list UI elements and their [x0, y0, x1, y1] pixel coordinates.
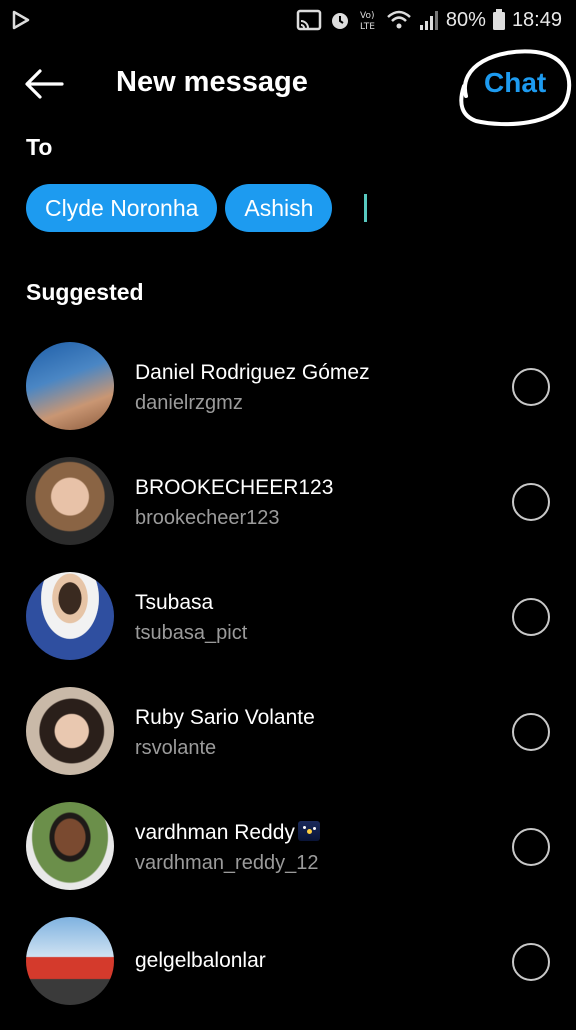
volte-icon: Vo) LTE	[360, 11, 375, 32]
battery-percent: 80%	[445, 8, 486, 31]
select-radio[interactable]	[512, 483, 550, 521]
suggested-list: Daniel Rodriguez Gómez danielrzgmz BROOK…	[0, 340, 576, 1030]
header: New message Chat	[0, 49, 576, 127]
contact-handle: brookecheer123	[135, 507, 280, 529]
clock: 18:49	[511, 8, 562, 31]
svg-text:Vo): Vo)	[360, 11, 374, 21]
avatar	[26, 457, 114, 545]
list-item[interactable]: Daniel Rodriguez Gómez danielrzgmz	[0, 340, 576, 455]
contact-name: Tsubasa	[135, 591, 214, 614]
wifi-icon	[387, 10, 411, 29]
avatar	[26, 802, 114, 890]
select-radio[interactable]	[512, 368, 550, 406]
recipient-chip[interactable]: Ashish	[225, 184, 333, 232]
contact-name-text: vardhman Reddy	[135, 821, 295, 844]
cast-icon	[296, 9, 322, 31]
contact-name: vardhman Reddy	[135, 821, 320, 845]
back-arrow-icon[interactable]	[24, 68, 64, 100]
to-label: To	[26, 134, 53, 160]
select-radio[interactable]	[512, 828, 550, 866]
recipient-chips: Clyde Noronha Ashish	[26, 184, 368, 232]
contact-name: gelgelbalonlar	[135, 949, 266, 972]
contact-name: Ruby Sario Volante	[135, 706, 315, 729]
avatar	[26, 687, 114, 775]
battery-icon	[492, 9, 505, 30]
list-item[interactable]: vardhman Reddy vardhman_reddy_12	[0, 800, 576, 915]
alarm-icon	[331, 13, 348, 29]
recipient-chip[interactable]: Clyde Noronha	[26, 184, 218, 232]
list-item[interactable]: Ruby Sario Volante rsvolante	[0, 685, 576, 800]
list-item[interactable]: BROOKECHEER123 brookecheer123	[0, 455, 576, 570]
avatar	[26, 572, 114, 660]
play-store-icon	[12, 10, 30, 30]
status-bar: Vo) LTE 80% 18:49	[0, 0, 576, 40]
page-title: New message	[116, 66, 308, 98]
avatar	[26, 342, 114, 430]
signal-icon	[419, 11, 438, 30]
contact-handle: rsvolante	[135, 737, 217, 759]
suggested-heading: Suggested	[26, 279, 144, 305]
contact-handle: tsubasa_pict	[135, 622, 248, 644]
select-radio[interactable]	[512, 598, 550, 636]
contact-handle: vardhman_reddy_12	[135, 852, 319, 874]
select-radio[interactable]	[512, 943, 550, 981]
night-sky-emoji-icon	[297, 821, 320, 841]
recipient-search-input[interactable]	[364, 194, 368, 222]
list-item[interactable]: gelgelbalonlar	[0, 915, 576, 1030]
contact-handle: danielrzgmz	[135, 392, 243, 414]
list-item[interactable]: Tsubasa tsubasa_pict	[0, 570, 576, 685]
contact-name: BROOKECHEER123	[135, 476, 334, 499]
chat-button[interactable]: Chat	[484, 67, 546, 99]
contact-name: Daniel Rodriguez Gómez	[135, 361, 370, 384]
avatar	[26, 917, 114, 1005]
select-radio[interactable]	[512, 713, 550, 751]
svg-text:LTE: LTE	[360, 22, 375, 32]
